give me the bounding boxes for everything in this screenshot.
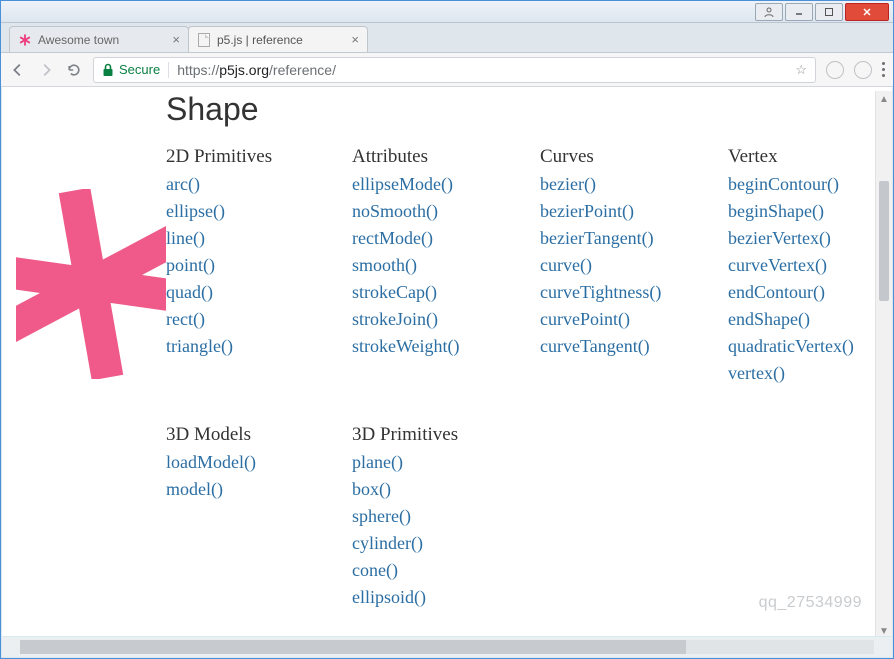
ref-link[interactable]: quad() xyxy=(166,282,352,303)
star-icon[interactable]: ☆ xyxy=(795,62,807,78)
ref-link[interactable]: curveVertex() xyxy=(728,255,892,276)
new-tab-button[interactable] xyxy=(373,32,393,52)
viewport: Shape 2D Primitives arc() ellipse() line() p… xyxy=(2,87,892,636)
ref-link[interactable]: bezierPoint() xyxy=(540,201,728,222)
ref-group: 2D Primitives arc() ellipse() line() point()… xyxy=(166,146,352,384)
lock-icon xyxy=(102,63,114,77)
ref-link[interactable]: beginShape() xyxy=(728,201,892,222)
ref-link[interactable]: quadraticVertex() xyxy=(728,336,892,357)
ref-group: Curves bezier() bezierPoint() bezierTangent… xyxy=(540,146,728,384)
ref-link[interactable]: triangle() xyxy=(166,336,352,357)
ref-link[interactable]: plane() xyxy=(352,452,540,473)
back-button[interactable] xyxy=(9,61,27,79)
group-title: 3D Primitives xyxy=(352,424,540,446)
ref-link[interactable]: curvePoint() xyxy=(540,309,728,330)
ref-link[interactable]: curve() xyxy=(540,255,728,276)
ref-group: Attributes ellipseMode() noSmooth() rectMod… xyxy=(352,146,540,384)
ref-link[interactable]: line() xyxy=(166,228,352,249)
close-button[interactable] xyxy=(845,3,889,21)
vertical-scrollbar[interactable]: ▲ ▼ xyxy=(875,91,892,636)
tab-strip: Awesome town × p5.js | reference × xyxy=(1,23,893,53)
ref-group: 3D Primitives plane() box() sphere() cylinde… xyxy=(352,424,540,608)
ref-link[interactable]: rectMode() xyxy=(352,228,540,249)
page-icon xyxy=(197,33,211,47)
ref-link[interactable]: smooth() xyxy=(352,255,540,276)
secure-indicator: Secure xyxy=(102,62,160,77)
ref-link[interactable]: sphere() xyxy=(352,506,540,527)
menu-button[interactable] xyxy=(882,61,885,79)
group-title: Attributes xyxy=(352,146,540,168)
watermark: qq_27534999 xyxy=(759,594,862,612)
window-titlebar xyxy=(1,1,893,23)
ref-link[interactable]: strokeWeight() xyxy=(352,336,540,357)
ref-link[interactable]: endContour() xyxy=(728,282,892,303)
scroll-down-arrow[interactable]: ▼ xyxy=(876,623,892,636)
ref-link[interactable]: loadModel() xyxy=(166,452,352,473)
close-icon[interactable]: × xyxy=(172,32,180,47)
p5-logo-asterisk xyxy=(16,189,166,379)
ref-link[interactable]: ellipsoid() xyxy=(352,587,540,608)
group-title: Curves xyxy=(540,146,728,168)
horizontal-scrollbar[interactable] xyxy=(2,637,892,657)
forward-button[interactable] xyxy=(37,61,55,79)
ref-link[interactable]: bezierTangent() xyxy=(540,228,728,249)
url-text: https://p5js.org/reference/ xyxy=(177,62,336,78)
page-title: Shape xyxy=(166,91,892,128)
toolbar: Secure https://p5js.org/reference/ ☆ xyxy=(1,53,893,87)
secure-label: Secure xyxy=(119,62,160,77)
address-bar[interactable]: Secure https://p5js.org/reference/ ☆ xyxy=(93,57,816,83)
ref-link[interactable]: cylinder() xyxy=(352,533,540,554)
tab-p5js-reference[interactable]: p5.js | reference × xyxy=(188,26,368,52)
ref-link[interactable]: cone() xyxy=(352,560,540,581)
ref-link[interactable]: beginContour() xyxy=(728,174,892,195)
group-title: Vertex xyxy=(728,146,892,168)
tab-awesome-town[interactable]: Awesome town × xyxy=(9,26,189,52)
scroll-thumb[interactable] xyxy=(20,640,686,654)
reload-button[interactable] xyxy=(65,61,83,79)
asterisk-icon xyxy=(18,33,32,47)
extension-icon[interactable] xyxy=(826,61,844,79)
ref-link[interactable]: rect() xyxy=(166,309,352,330)
ref-link[interactable]: ellipseMode() xyxy=(352,174,540,195)
ref-link[interactable]: strokeCap() xyxy=(352,282,540,303)
ref-link[interactable]: strokeJoin() xyxy=(352,309,540,330)
ref-link[interactable]: bezier() xyxy=(540,174,728,195)
ref-link[interactable]: bezierVertex() xyxy=(728,228,892,249)
scroll-up-arrow[interactable]: ▲ xyxy=(876,91,892,108)
user-icon[interactable] xyxy=(755,3,783,21)
ref-link[interactable]: curveTangent() xyxy=(540,336,728,357)
ref-link[interactable]: vertex() xyxy=(728,363,892,384)
ref-group: Vertex beginContour() beginShape() bezierVe… xyxy=(728,146,892,384)
ref-link[interactable]: box() xyxy=(352,479,540,500)
tab-label: p5.js | reference xyxy=(217,33,303,47)
ref-link[interactable]: point() xyxy=(166,255,352,276)
ref-link[interactable]: ellipse() xyxy=(166,201,352,222)
close-icon[interactable]: × xyxy=(351,32,359,47)
group-title: 2D Primitives xyxy=(166,146,352,168)
group-title: 3D Models xyxy=(166,424,352,446)
scroll-thumb[interactable] xyxy=(879,181,889,301)
maximize-button[interactable] xyxy=(815,3,843,21)
ref-link[interactable]: curveTightness() xyxy=(540,282,728,303)
ref-group: 3D Models loadModel() model() xyxy=(166,424,352,608)
minimize-button[interactable] xyxy=(785,3,813,21)
ref-link[interactable]: arc() xyxy=(166,174,352,195)
extension-icon[interactable] xyxy=(854,61,872,79)
ref-link[interactable]: noSmooth() xyxy=(352,201,540,222)
separator xyxy=(168,62,169,78)
tab-label: Awesome town xyxy=(38,33,119,47)
ref-link[interactable]: endShape() xyxy=(728,309,892,330)
ref-link[interactable]: model() xyxy=(166,479,352,500)
